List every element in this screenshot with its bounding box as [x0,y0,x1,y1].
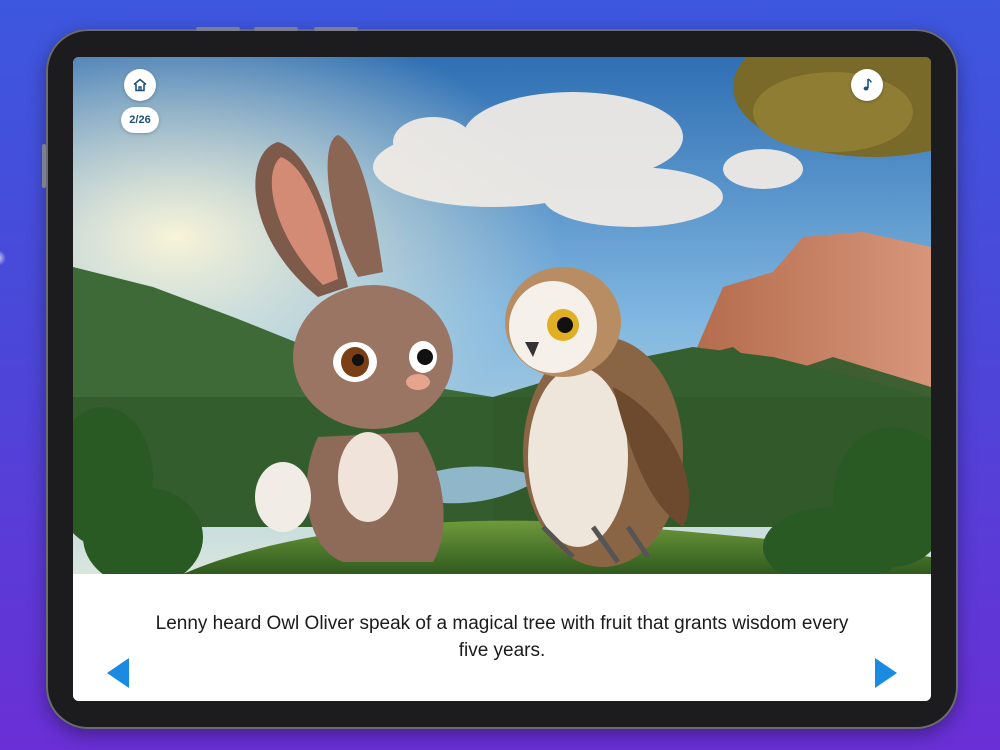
home-icon [133,78,147,92]
illustration-scene [73,57,931,574]
tablet-top-button [254,27,298,31]
home-button[interactable] [124,69,156,101]
background-sparkle [0,250,6,266]
tablet-top-button [196,27,240,31]
story-text-panel: Lenny heard Owl Oliver speak of a magica… [73,574,931,701]
music-note-icon [863,78,872,91]
reader-screen: 2/26 Lenny heard Owl Oliver speak of a m… [73,57,931,701]
story-text: Lenny heard Owl Oliver speak of a magica… [155,613,849,661]
tablet-frame: 2/26 Lenny heard Owl Oliver speak of a m… [42,27,958,729]
music-button[interactable] [851,69,883,101]
next-page-button[interactable] [875,658,897,688]
tablet-side-button [42,144,46,188]
page-indicator: 2/26 [121,107,159,133]
tablet-top-button [314,27,358,31]
story-illustration: 2/26 [73,57,931,574]
previous-page-button[interactable] [107,658,129,688]
